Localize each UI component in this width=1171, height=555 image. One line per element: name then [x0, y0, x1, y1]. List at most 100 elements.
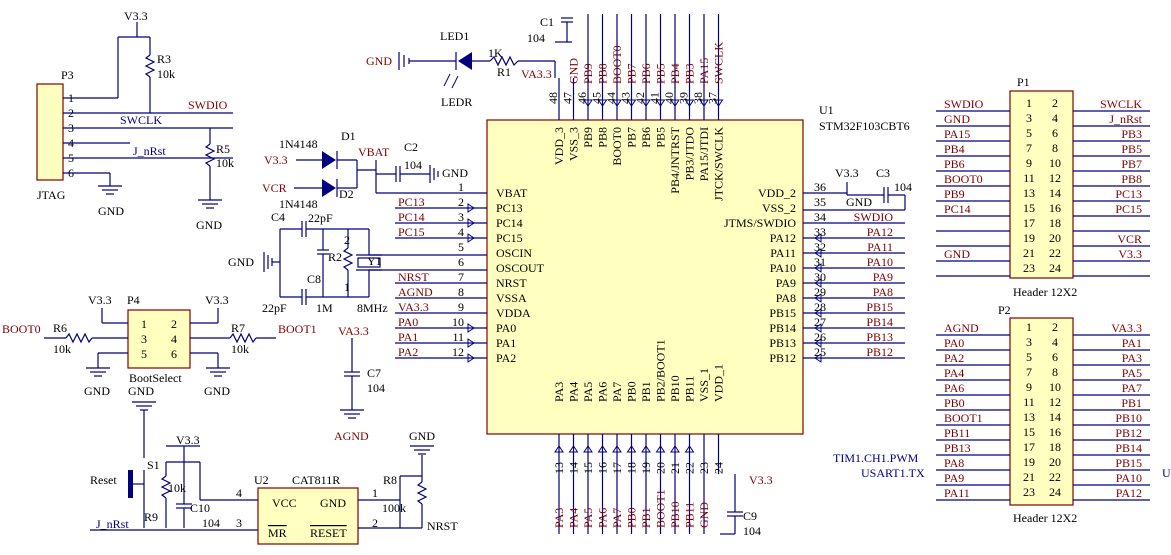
u1-top-net: PB4 [668, 63, 682, 84]
p2-pin-even: 22 [1049, 470, 1061, 484]
p1-name: Header 12X2 [1013, 285, 1077, 299]
u1-pin-name: PA3 [552, 382, 566, 402]
r2-val: 1M [316, 301, 333, 315]
p2-pin-even: 6 [1052, 350, 1058, 364]
u1-pin-name: JTMS/SWDIO [724, 216, 796, 230]
p1-pin-even: 12 [1049, 171, 1061, 185]
u1-pin-name: PB2/BOOT1 [654, 339, 668, 402]
p2-pin-odd: 21 [1023, 470, 1035, 484]
c8-ref: C8 [307, 272, 321, 286]
u1-pin-name: VDD_3 [552, 127, 566, 165]
p1-pin-even: 2 [1052, 96, 1058, 110]
u1-pin-name: PA2 [496, 351, 516, 365]
u1-pin-num: 10 [452, 315, 464, 329]
c2-capacitor[interactable]: C2 104 GND [376, 140, 468, 183]
p3-net-swdio: SWDIO [188, 98, 228, 112]
p3-jtag-header[interactable]: P3 JTAG 123456 V3.3 R3 10k SWDIO SWCLK J… [36, 9, 234, 232]
p2-pin-odd: 19 [1023, 455, 1035, 469]
c9-capacitor[interactable]: V3.3 C9 104 [720, 473, 773, 538]
c1-capacitor[interactable]: C1 104 [527, 15, 573, 45]
p2-left-net: PA11 [944, 486, 970, 500]
p2-right-net: PB12 [1115, 426, 1142, 440]
p1-right-net: V3.3 [1118, 247, 1142, 261]
p4-pin6: 6 [171, 347, 177, 361]
r3-val: 10k [157, 67, 175, 81]
u1-right-net: PB13 [866, 330, 893, 344]
p1-pin-even: 24 [1049, 261, 1061, 275]
p1-right-net: PB3 [1121, 127, 1142, 141]
p4-pin4: 4 [171, 332, 177, 346]
c3-val: 104 [894, 180, 912, 194]
p1-left-net: PC14 [944, 202, 971, 216]
p1-left-net: SWDIO [944, 97, 984, 111]
c7-capacitor[interactable]: VA3.3 C7 104 AGND [334, 324, 385, 443]
u1-top-net: PB6 [639, 63, 653, 84]
u1-pin-name: VSS_1 [697, 368, 711, 402]
u1-pin-name: PB15 [769, 306, 796, 320]
u1-right-net: PB15 [866, 300, 893, 314]
p1-left-net: PB9 [944, 187, 965, 201]
p1-pin-odd: 11 [1023, 171, 1035, 185]
u1-pin-name: PB9 [581, 127, 595, 148]
p3-ref: P3 [61, 68, 74, 82]
u1-pin-name: VDD_1 [712, 364, 726, 402]
u2-pin2: 2 [372, 516, 378, 530]
d-v33: V3.3 [264, 153, 288, 167]
schematic-canvas: 1 VBAT 2 PC13 PC13 3 PC14 PC14 4 PC15 PC15 5 OSCIN 6 O… [2, 9, 1171, 545]
u1-pin-num: 43 [619, 92, 633, 104]
p2-left-net: PB13 [944, 441, 971, 455]
p4-gnd-a: GND [84, 384, 110, 398]
r8-gnd: GND [409, 429, 435, 443]
u1-pin-name: PB6 [639, 127, 653, 148]
p1-right-net: PB5 [1121, 142, 1142, 156]
u1-bottom-net: BOOT1 [654, 489, 668, 528]
u1-pin-name: PA12 [770, 231, 796, 245]
p2-name: Header 12X2 [1013, 511, 1077, 525]
led-ref: LED1 [440, 29, 469, 43]
y1-ref: Y1 [367, 254, 382, 268]
u1-pin-name: PC14 [496, 216, 523, 230]
u1-pin-num: 37 [706, 92, 720, 104]
u1-right-net: PA11 [867, 240, 893, 254]
u1-pin-num: 38 [691, 92, 705, 104]
u1-right-net: SWDIO [854, 210, 894, 224]
r5-val: 10k [216, 156, 234, 170]
u2-reset: RESET [310, 526, 347, 540]
r2-ref: R2 [328, 250, 342, 264]
u1-bottom-net: PA5 [581, 508, 595, 528]
u1-left-net: AGND [398, 285, 433, 299]
u1-pin-num: 36 [814, 180, 826, 194]
p3-net-jnrst: J_nRst [133, 144, 166, 158]
p2-pin-even: 2 [1052, 320, 1058, 334]
p1-pin-even: 6 [1052, 126, 1058, 140]
d-vcr: VCR [262, 181, 287, 195]
u1-pin-num: 33 [814, 225, 826, 239]
u1-pin-num: 25 [814, 345, 826, 359]
p3-supply: V3.3 [124, 9, 148, 23]
p2-left-net: PA2 [944, 351, 964, 365]
c10-ref: C10 [190, 501, 210, 515]
p2-right-net: PA3 [1122, 351, 1142, 365]
p2-pin-even: 24 [1049, 485, 1061, 499]
u1-pin-num: 22 [683, 462, 697, 474]
c9-ref: C9 [743, 509, 757, 523]
p2-left-net: PA6 [944, 381, 964, 395]
r9-ref: R9 [144, 510, 158, 524]
c1-ref: C1 [540, 15, 554, 29]
u1-pin-num: 39 [677, 92, 691, 104]
p4-name: BootSelect [129, 371, 182, 385]
p1-pin-odd: 19 [1023, 231, 1035, 245]
p4-pin3: 3 [141, 332, 147, 346]
p2-left-net: PA0 [944, 336, 964, 350]
p1-pin-even: 10 [1049, 156, 1061, 170]
p2-pin-odd: 11 [1023, 395, 1035, 409]
p1-header[interactable]: P1 Header 12X2 1 2SWDIO SWCLK3 4GND J_nRst5 6… [936, 75, 1150, 299]
p4-body [127, 309, 191, 369]
p1-pin-odd: 3 [1026, 111, 1032, 125]
oscillator-circuit[interactable]: C4 22pF 22pF GND C8 R2 1M 2 1 Y1 8MHz [228, 210, 487, 315]
p1-left-net: BOOT0 [944, 172, 983, 186]
reset-circuit[interactable]: GND Reset S1 R9 V3.3 10k C10 104 J_nRst … [90, 384, 458, 545]
u1-pin-num: 47 [561, 92, 575, 104]
u1-left-net: PC15 [398, 225, 425, 239]
u1-pin-num: 19 [639, 462, 653, 474]
